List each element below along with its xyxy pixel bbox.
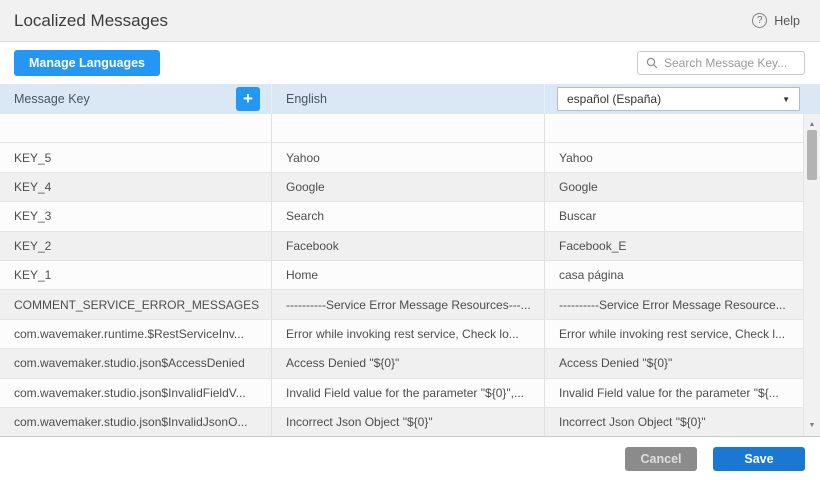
scroll-down-icon[interactable]: ▼ [804,417,820,434]
column-header-message-key: Message Key + [0,84,272,114]
table-row: KEY_2 Facebook Facebook_E [0,232,820,261]
message-key-cell[interactable]: KEY_1 [0,261,272,289]
english-cell[interactable]: Home [272,261,545,289]
table-row: com.wavemaker.studio.json$InvalidJsonO..… [0,408,820,437]
search-input[interactable] [664,56,796,70]
message-key-cell[interactable]: com.wavemaker.studio.json$InvalidJsonO..… [0,408,272,436]
column-header-language: español (España) ▼ [545,84,820,114]
grid-body: KEY_5 Yahoo Yahoo KEY_4 Google Google KE… [0,114,820,437]
save-button[interactable]: Save [713,447,805,471]
english-header-label: English [286,92,327,106]
english-cell[interactable]: Incorrect Json Object "${0}" [272,408,545,436]
message-key-cell[interactable]: KEY_5 [0,143,272,171]
search-box[interactable] [637,51,805,75]
message-key-cell[interactable]: COMMENT_SERVICE_ERROR_MESSAGES [0,290,272,318]
message-key-cell[interactable]: KEY_2 [0,232,272,260]
translation-cell[interactable]: Incorrect Json Object "${0}" [545,408,803,436]
translation-cell[interactable] [545,114,803,142]
message-key-cell[interactable] [0,114,272,142]
chevron-down-icon: ▼ [782,95,790,104]
translation-cell[interactable]: Access Denied "${0}" [545,349,803,377]
table-row: KEY_5 Yahoo Yahoo [0,143,820,172]
language-select[interactable]: español (España) ▼ [557,87,800,111]
messages-grid: Message Key + English español (España) ▼ [0,84,820,437]
table-row: KEY_1 Home casa página [0,261,820,290]
table-row [0,114,820,143]
search-icon [646,57,658,69]
localized-messages-panel: Localized Messages ? Help Manage Languag… [0,0,820,487]
message-key-cell[interactable]: com.wavemaker.studio.json$InvalidFieldV.… [0,379,272,407]
vertical-scrollbar[interactable]: ▲ ▼ [803,114,820,436]
table-row: KEY_3 Search Buscar [0,202,820,231]
message-key-cell[interactable]: KEY_4 [0,173,272,201]
footer-actions: Cancel Save [0,437,820,487]
translation-cell[interactable]: Invalid Field value for the parameter "$… [545,379,803,407]
english-cell[interactable]: Yahoo [272,143,545,171]
scrollbar-thumb[interactable] [807,130,817,180]
english-cell[interactable] [272,114,545,142]
help-label: Help [774,14,800,28]
message-key-cell[interactable]: com.wavemaker.runtime.$RestServiceInv... [0,320,272,348]
table-row: com.wavemaker.studio.json$AccessDenied A… [0,349,820,378]
table-row: KEY_4 Google Google [0,173,820,202]
grid-header: Message Key + English español (España) ▼ [0,84,820,114]
table-row: COMMENT_SERVICE_ERROR_MESSAGES ---------… [0,290,820,319]
english-cell[interactable]: Access Denied "${0}" [272,349,545,377]
cancel-button[interactable]: Cancel [625,447,697,471]
translation-cell[interactable]: Google [545,173,803,201]
translation-cell[interactable]: Error while invoking rest service, Check… [545,320,803,348]
help-link[interactable]: ? Help [752,13,800,28]
table-row: com.wavemaker.studio.json$InvalidFieldV.… [0,379,820,408]
english-cell[interactable]: Invalid Field value for the parameter "$… [272,379,545,407]
help-icon: ? [752,13,767,28]
language-select-value: español (España) [567,92,661,106]
english-cell[interactable]: ----------Service Error Message Resource… [272,290,545,318]
message-key-header-label: Message Key [14,92,90,106]
english-cell[interactable]: Facebook [272,232,545,260]
translation-cell[interactable]: casa página [545,261,803,289]
add-message-key-button[interactable]: + [236,87,260,111]
toolbar: Manage Languages [0,42,820,84]
page-title: Localized Messages [14,11,168,31]
english-cell[interactable]: Error while invoking rest service, Check… [272,320,545,348]
english-cell[interactable]: Search [272,202,545,230]
translation-cell[interactable]: Facebook_E [545,232,803,260]
grid-rows: KEY_5 Yahoo Yahoo KEY_4 Google Google KE… [0,114,820,437]
manage-languages-button[interactable]: Manage Languages [14,50,160,76]
english-cell[interactable]: Google [272,173,545,201]
table-row: com.wavemaker.runtime.$RestServiceInv...… [0,320,820,349]
title-bar: Localized Messages ? Help [0,0,820,42]
column-header-english: English [272,84,545,114]
message-key-cell[interactable]: KEY_3 [0,202,272,230]
message-key-cell[interactable]: com.wavemaker.studio.json$AccessDenied [0,349,272,377]
translation-cell[interactable]: ----------Service Error Message Resource… [545,290,803,318]
translation-cell[interactable]: Buscar [545,202,803,230]
translation-cell[interactable]: Yahoo [545,143,803,171]
